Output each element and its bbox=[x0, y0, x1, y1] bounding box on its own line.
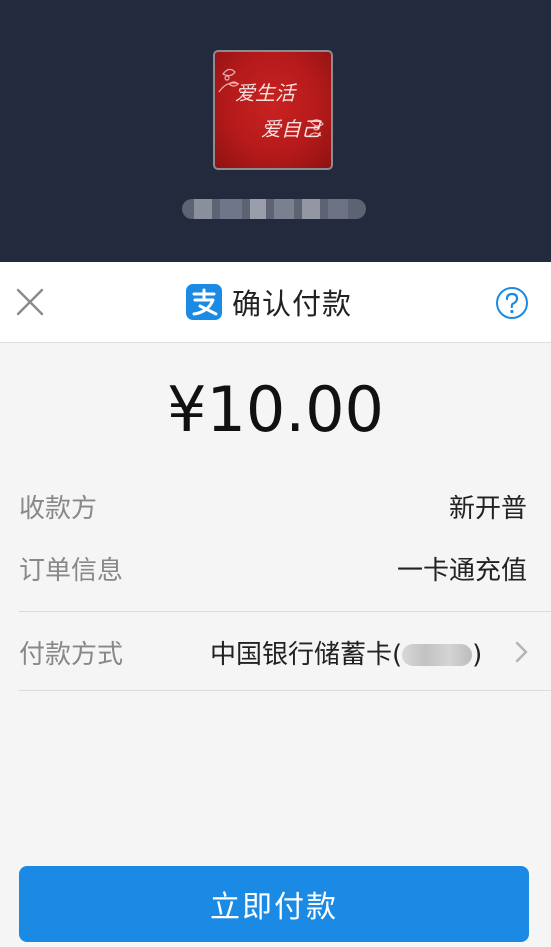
payment-method-label: 付款方式 bbox=[19, 640, 124, 670]
divider bbox=[19, 690, 551, 691]
payment-method-bank: 中国银行储蓄卡( bbox=[210, 640, 403, 670]
avatar-text-line2: 爱自己 bbox=[261, 117, 322, 141]
merchant-name-redacted bbox=[182, 199, 366, 219]
page-title: 确认付款 bbox=[232, 287, 353, 321]
pay-now-button[interactable]: 立即付款 bbox=[19, 866, 529, 942]
payment-method-row[interactable]: 付款方式 中国银行储蓄卡() bbox=[0, 612, 551, 690]
merchant-avatar: 爱生活 爱自己 bbox=[213, 50, 333, 170]
alipay-logo-icon bbox=[186, 284, 222, 320]
header-title-group: 确认付款 bbox=[186, 283, 352, 321]
payment-sheet-header: 确认付款 bbox=[0, 262, 551, 343]
payment-method-suffix: ) bbox=[472, 640, 483, 670]
payment-method-value: 中国银行储蓄卡() bbox=[210, 634, 482, 671]
help-icon bbox=[496, 287, 528, 319]
help-button[interactable] bbox=[494, 285, 530, 321]
avatar-artwork: 爱生活 爱自己 bbox=[218, 68, 324, 141]
payee-value: 新开普 bbox=[448, 494, 527, 524]
chevron-right-icon bbox=[515, 641, 528, 663]
payment-amount: ¥10.00 bbox=[167, 373, 384, 446]
merchant-banner: 爱生活 爱自己 bbox=[0, 0, 551, 262]
payee-label: 收款方 bbox=[19, 494, 98, 524]
close-button[interactable] bbox=[14, 286, 46, 318]
card-number-redacted bbox=[402, 644, 473, 666]
order-info-label: 订单信息 bbox=[19, 556, 124, 586]
avatar-text-line1: 爱生活 bbox=[235, 81, 298, 105]
close-icon bbox=[16, 288, 44, 316]
order-info-value: 一卡通充值 bbox=[396, 556, 527, 586]
